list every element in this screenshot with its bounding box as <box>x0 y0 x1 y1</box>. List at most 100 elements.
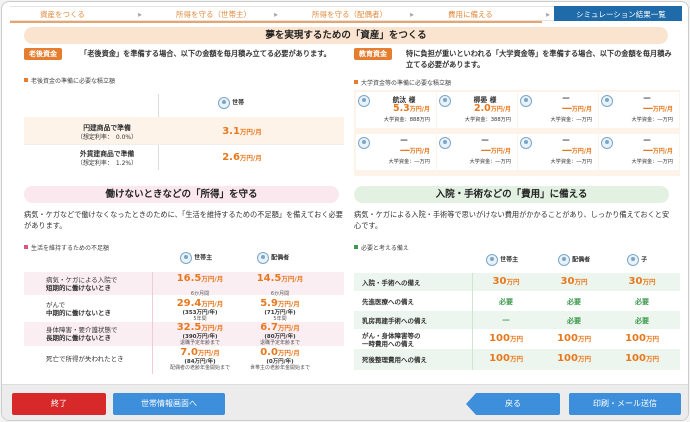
education-child-cell: 航汰 様 5.3万円/月 大学資金：888万円 <box>356 92 436 128</box>
child-total: 大学資金：388万円 <box>437 116 517 123</box>
income-table-heading: 生活を維持するための不足額 <box>24 243 109 252</box>
child-total: 大学資金：888万円 <box>356 116 436 123</box>
foreign-value-number: 2.6 <box>222 152 240 163</box>
total-value: ―万円 <box>657 117 673 123</box>
heading-text: 大学資金等の準備に必要な積立額 <box>361 80 452 87</box>
amount-number: ― <box>562 145 572 156</box>
amount-number: ― <box>400 145 410 156</box>
total-value: ―万円 <box>576 159 592 165</box>
unit-text: 万円/月 <box>281 275 304 283</box>
end-button[interactable]: 終了 <box>12 393 106 415</box>
costs-row-5-label: 死後整理費用への備え <box>362 356 427 364</box>
total-prefix: 大学資金： <box>631 159 658 165</box>
col-head-text: 世帯主 <box>194 254 213 262</box>
col-spouse-text: 配偶者 <box>271 254 290 262</box>
costs-row-2-head: 必要 <box>499 298 513 306</box>
education-child-cell: ― ―万円/月 大学資金：―万円 <box>518 134 598 170</box>
child-avatar-icon <box>627 254 639 266</box>
unit-text: 万円/月 <box>201 324 224 332</box>
bullet-icon <box>24 78 28 82</box>
income-row-4-label: 死亡で所得が失われたとき <box>46 355 150 363</box>
label-line-bold: 長期的に働けないとき <box>46 334 111 342</box>
costs-col-spouse: 配偶者 <box>558 254 590 266</box>
child-amount: ―万円/月 <box>356 145 436 156</box>
unit-text: 万円/月 <box>201 275 224 283</box>
child-total: 大学資金：―万円 <box>518 116 598 123</box>
income-row-4-spouse-sub: (0万円/年) 世帯主の老齢年金開始まで <box>237 359 323 371</box>
divider <box>152 272 153 374</box>
child-name: ― <box>643 94 651 102</box>
costs-row-1-spouse: 30万円 <box>542 276 606 287</box>
label-line: 一時費用への備え <box>362 340 414 348</box>
step-income-spouse[interactable]: 所得を守る（配偶者） ▸ <box>282 6 418 21</box>
unit-text: 万円/月 <box>571 106 592 113</box>
amount-number: ― <box>643 145 653 156</box>
unit-text: 万円 <box>642 278 656 286</box>
education-child-cell: ― ―万円/月 大学資金：―万円 <box>599 134 679 170</box>
retirement-table-heading: 老後資金の準備に必要な積立額 <box>24 76 115 85</box>
step-arrow-icon: ▸ <box>137 10 142 19</box>
divider <box>472 273 473 370</box>
total-prefix: 大学資金： <box>550 159 577 165</box>
spouse-avatar-icon <box>558 254 570 266</box>
income-row-2-spouse: 5.9万円/月 <box>242 298 318 309</box>
yen-label-text: 円建商品で準備 <box>83 124 131 132</box>
step-arrow-icon: ▸ <box>273 10 278 19</box>
child-total: 大学資金：―万円 <box>518 158 598 165</box>
sub-note: 退職予定年齢まで <box>259 340 300 346</box>
unit-text: 万円/月 <box>239 154 262 162</box>
education-child-cell: ― ―万円/月 大学資金：―万円 <box>599 92 679 128</box>
unit-text: 万円 <box>509 355 523 363</box>
step-income-head[interactable]: 所得を守る（世帯主） ▸ <box>146 6 282 21</box>
step-results[interactable]: シミュレーション結果一覧 <box>554 6 682 21</box>
value-number: 16.5 <box>176 273 202 284</box>
row-divider <box>24 144 344 145</box>
costs-table-heading: 必要と考える備え <box>354 243 409 252</box>
value-number: 32.5 <box>176 322 202 333</box>
income-row-2-head: 29.4万円/月 <box>162 298 238 309</box>
education-child-cell: 柳晏 様 2.0万円/月 大学資金：388万円 <box>437 92 517 128</box>
income-row-1-spouse: 14.5万円/月 <box>242 273 318 284</box>
unit-text: 万円/月 <box>409 148 430 155</box>
costs-row-5-head: 100万円 <box>474 353 538 364</box>
spouse-avatar-icon <box>257 252 269 264</box>
child-total: 大学資金：―万円 <box>356 158 436 165</box>
amount-number: 2.0 <box>473 103 491 114</box>
household-info-button[interactable]: 世帯情報画面へ <box>113 393 225 415</box>
sub-note: 退職予定年齢まで <box>179 340 220 346</box>
unit-text: 万円/月 <box>409 106 430 113</box>
step-assets[interactable]: 資産をつくる ▸ <box>10 6 146 21</box>
total-value: ―万円 <box>414 159 430 165</box>
step-costs[interactable]: 費用に備える ▸ <box>418 6 554 21</box>
total-value: ―万円 <box>576 117 592 123</box>
heading-text: 老後資金の準備に必要な積立額 <box>31 78 116 85</box>
app-frame: 資産をつくる ▸ 所得を守る（世帯主） ▸ 所得を守る（配偶者） ▸ 費用に備える ▸ … <box>1 1 689 421</box>
label-line: 身体障害・要介護状態で <box>46 326 118 334</box>
step-label: 費用に備える <box>448 10 493 19</box>
step-label: 所得を守る（世帯主） <box>176 10 251 19</box>
value-number: 30 <box>492 276 507 287</box>
unit-text: 万円/月 <box>652 148 673 155</box>
unit-text: 万円/月 <box>490 106 511 113</box>
unit-text: 万円 <box>645 355 659 363</box>
unit-text: 万円 <box>645 335 659 343</box>
heading-text: 生活を維持するための不足額 <box>31 245 110 252</box>
yen-value-number: 3.1 <box>222 126 240 137</box>
costs-row-1-label: 入院・手術への備え <box>362 279 421 287</box>
costs-row-3-spouse: 必要 <box>567 317 581 325</box>
foreign-value: 2.6万円/月 <box>192 152 292 163</box>
income-col-spouse: 配偶者 <box>257 252 289 264</box>
value-number: 6.7 <box>260 322 278 333</box>
unit-text: 万円 <box>509 335 523 343</box>
print-mail-button[interactable]: 印刷・メール送信 <box>569 393 681 415</box>
income-row-3-head: 32.5万円/月 <box>162 322 238 333</box>
costs-row-3-child: 必要 <box>635 317 649 325</box>
total-prefix: 大学資金： <box>550 117 577 123</box>
child-total: 大学資金：―万円 <box>599 116 679 123</box>
yen-label: 円建商品で準備 （想定利率： 0.0%） <box>62 122 152 141</box>
costs-row-4-spouse: 100万円 <box>542 333 606 344</box>
bullet-icon <box>354 80 358 84</box>
income-section-title: 働けないときなどの「所得」を守る <box>24 186 339 203</box>
back-button[interactable]: 戻る <box>466 393 560 415</box>
step-progress-bar <box>10 21 542 23</box>
